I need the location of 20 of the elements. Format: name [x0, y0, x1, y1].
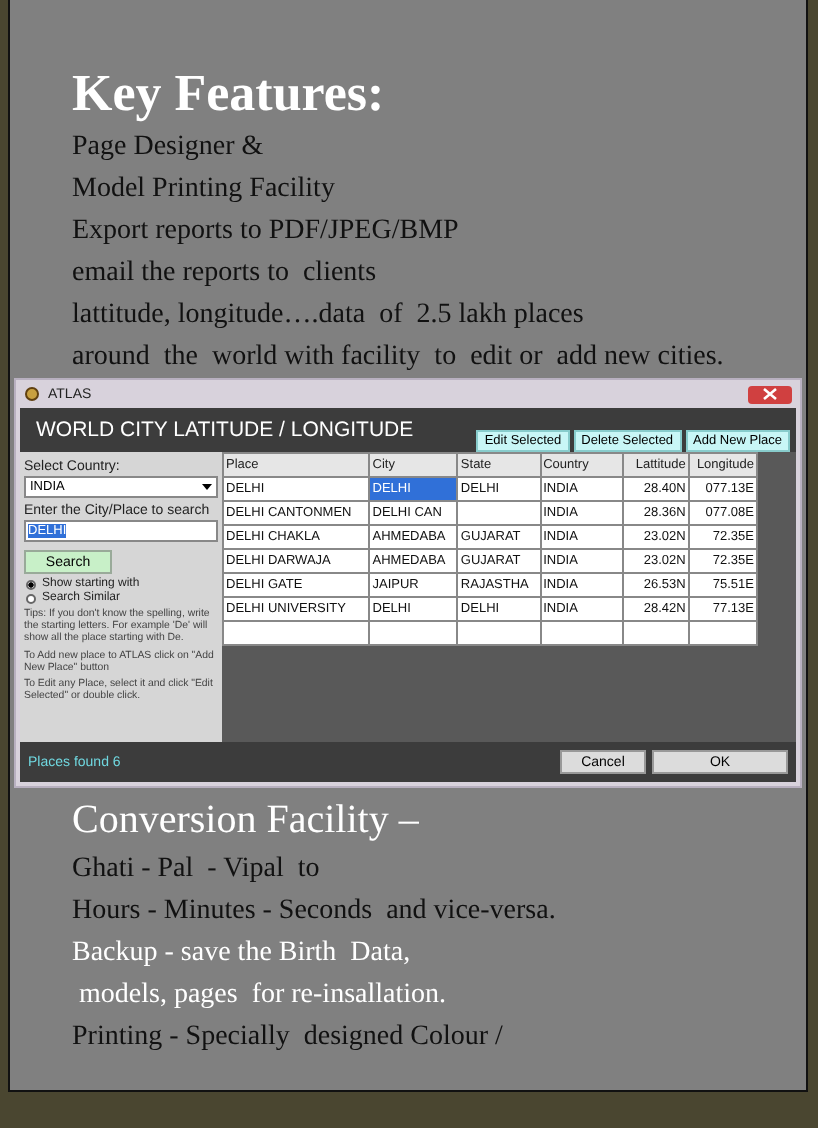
feature-line: Backup - save the Birth Data,	[72, 936, 413, 972]
feature-line: Ghati - Pal - Vipal to	[72, 852, 322, 888]
feature-line: models, pages for re-insallation.	[77, 978, 449, 1014]
feature-line: Printing - Specially designed Colour /	[72, 1020, 505, 1056]
app-icon	[24, 386, 40, 402]
feature-line: lattitude, longitude….data of 2.5 lakh places	[72, 298, 586, 334]
feature-line: around the world with facility to edit or add new cities.	[72, 340, 726, 376]
radio-button[interactable]	[26, 593, 36, 603]
close-icon	[762, 388, 778, 400]
section-heading: Conversion Facility –	[72, 796, 421, 846]
window-heading: WORLD CITY LATITUDE / LONGITUDE	[36, 418, 414, 442]
slide-heading: Key Features:	[72, 62, 387, 126]
feature-line: Export reports to PDF/JPEG/BMP	[72, 214, 461, 250]
feature-line: email the reports to clients	[72, 256, 379, 292]
close-button[interactable]	[748, 385, 792, 403]
feature-line: Page Designer &	[72, 130, 266, 166]
feature-line: Model Printing Facility	[72, 172, 337, 208]
radio-button[interactable]	[26, 579, 36, 589]
feature-line: Hours - Minutes - Seconds and vice-versa.	[72, 894, 558, 930]
dropdown-arrow-icon	[202, 484, 212, 490]
